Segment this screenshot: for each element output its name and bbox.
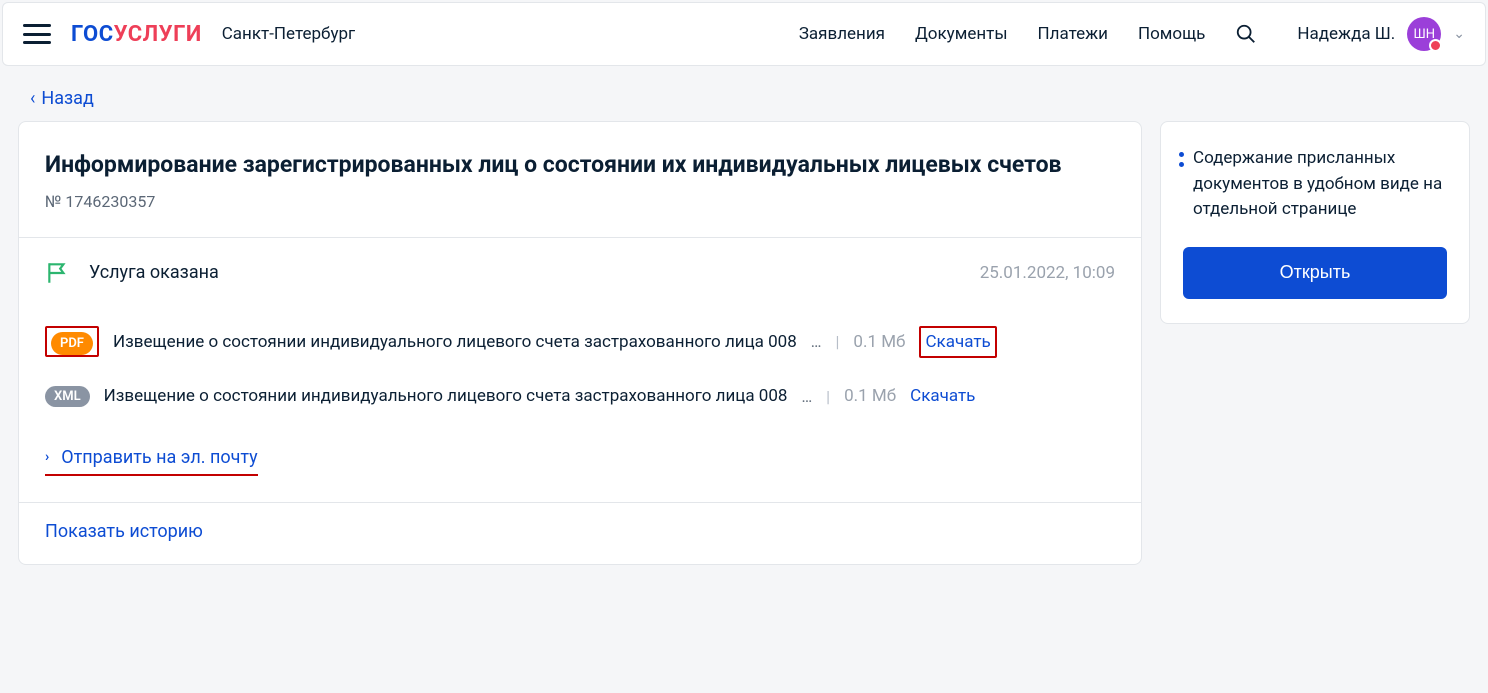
file-name: Извещение о состоянии индивидуального ли…	[113, 332, 797, 352]
chevron-right-icon: ›	[45, 449, 49, 465]
nav-documents[interactable]: Документы	[915, 24, 1008, 44]
main-card: Информирование зарегистрированных лиц о …	[18, 121, 1142, 565]
search-icon[interactable]	[1235, 23, 1257, 45]
flag-icon	[45, 260, 71, 286]
nav-applications[interactable]: Заявления	[799, 24, 885, 44]
nav-payments[interactable]: Платежи	[1038, 24, 1108, 44]
file-size: 0.1 Мб	[844, 386, 896, 406]
nav-help[interactable]: Помощь	[1138, 24, 1205, 44]
file-badge-xml: XML	[45, 386, 90, 407]
status-text: Услуга оказана	[89, 262, 219, 283]
content-wrap: Информирование зарегистрированных лиц о …	[0, 121, 1488, 595]
divider	[19, 237, 1141, 238]
avatar: ШН	[1407, 17, 1441, 51]
menu-icon[interactable]	[23, 24, 51, 44]
request-number: № 1746230357	[45, 192, 1115, 211]
back-label: Назад	[41, 88, 93, 109]
status-row: Услуга оказана 25.01.2022, 10:09	[45, 260, 1115, 286]
sidebar-text: Содержание присланных документов в удобн…	[1183, 146, 1447, 223]
file-badge-pdf: PDF	[51, 332, 93, 355]
open-button[interactable]: Открыть	[1183, 247, 1447, 299]
file-ellipsis: …	[811, 332, 822, 351]
file-separator: |	[826, 387, 830, 406]
main-nav: Заявления Документы Платежи Помощь Надеж…	[799, 17, 1465, 51]
file-row: XML Извещение о состоянии индивидуальног…	[45, 372, 1115, 421]
status-date: 25.01.2022, 10:09	[980, 263, 1115, 283]
download-highlight: Скачать	[919, 326, 996, 358]
send-email-label: Отправить на эл. почту	[61, 447, 257, 468]
logo[interactable]: ГОСУСЛУГИ	[71, 22, 202, 47]
show-history-link[interactable]: Показать историю	[45, 521, 1115, 542]
chevron-left-icon: ‹	[30, 88, 35, 109]
user-name: Надежда Ш.	[1297, 24, 1395, 44]
file-badge-highlight: PDF	[45, 326, 99, 357]
chevron-down-icon[interactable]: ⌄	[1453, 26, 1465, 42]
download-link[interactable]: Скачать	[925, 332, 990, 352]
topbar: ГОСУСЛУГИ Санкт-Петербург Заявления Доку…	[2, 2, 1486, 66]
divider	[19, 502, 1141, 503]
download-link[interactable]: Скачать	[910, 386, 975, 406]
back-link[interactable]: ‹ Назад	[0, 68, 1488, 121]
city-label[interactable]: Санкт-Петербург	[222, 24, 355, 44]
page-title: Информирование зарегистрированных лиц о …	[45, 150, 1115, 180]
file-ellipsis: …	[801, 387, 812, 406]
file-name: Извещение о состоянии индивидуального ли…	[104, 386, 788, 406]
file-row: PDF Извещение о состоянии индивидуальног…	[45, 312, 1115, 372]
file-separator: |	[836, 332, 840, 351]
send-email-link[interactable]: › Отправить на эл. почту	[45, 447, 258, 476]
user-block[interactable]: Надежда Ш. ШН ⌄	[1297, 17, 1465, 51]
file-size: 0.1 Мб	[853, 332, 905, 352]
sidebar-card: Содержание присланных документов в удобн…	[1160, 121, 1470, 324]
